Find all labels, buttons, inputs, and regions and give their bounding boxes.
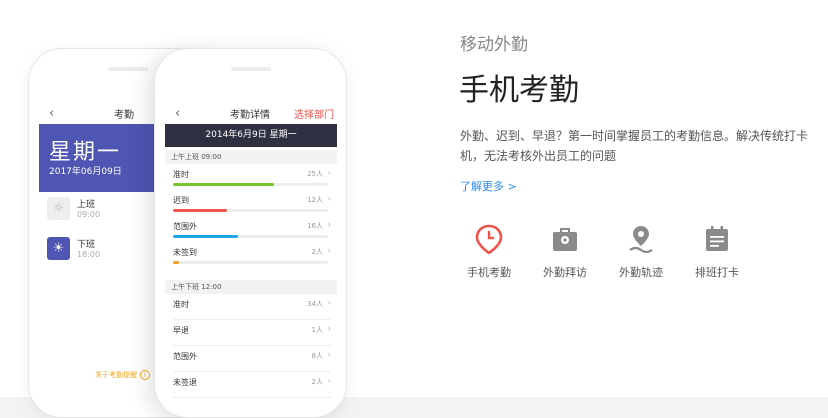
- back-arrow-icon[interactable]: ‹: [175, 106, 180, 121]
- attendance-row[interactable]: 未签退 2人 ›: [173, 376, 331, 403]
- row-label: 未签退: [173, 378, 197, 387]
- row-count: 8人: [311, 352, 323, 360]
- learn-more-link[interactable]: 了解更多 >: [460, 178, 517, 194]
- row-count: 2人: [311, 248, 323, 256]
- date-bar: 2014年6月9日 星期一: [165, 124, 337, 147]
- progress-track: [173, 261, 328, 264]
- row-count: 2人: [311, 378, 323, 386]
- progress-fill: [173, 261, 179, 264]
- row-count: 25人: [307, 170, 323, 178]
- phone-speaker: [108, 67, 148, 71]
- chevron-right-icon: ›: [327, 194, 331, 203]
- info-icon: i: [140, 370, 150, 380]
- row-label: 准时: [173, 300, 189, 309]
- reminder-label: 关于考勤提醒: [95, 371, 137, 379]
- feature-field-visit[interactable]: 外勤拜访: [528, 224, 602, 280]
- location-track-icon: [629, 226, 653, 254]
- schedule-icon: [706, 226, 728, 251]
- chevron-right-icon: ›: [327, 298, 331, 307]
- row-count: 34人: [307, 300, 323, 308]
- attendance-row[interactable]: 范围外 16人 ›: [173, 220, 331, 247]
- phone-mockup-attendance-detail: ‹ 考勤详情 选择部门 2014年6月9日 星期一 上午上班 09:00 准时 2…: [154, 48, 347, 418]
- feature-label: 排班打卡: [695, 266, 739, 279]
- feature-shift-clock-in[interactable]: 排班打卡: [680, 224, 754, 280]
- select-department-button[interactable]: 选择部门: [294, 106, 334, 121]
- chevron-right-icon: ›: [327, 324, 331, 333]
- row-label: 范围外: [173, 222, 197, 231]
- sun-icon: ☀: [47, 237, 70, 260]
- attendance-row[interactable]: 早退 1人 ›: [173, 324, 331, 351]
- progress-track: [173, 209, 328, 212]
- feature-label: 手机考勤: [467, 266, 511, 279]
- row-label: 迟到: [173, 196, 189, 205]
- attendance-row[interactable]: 迟到 12人 ›: [173, 194, 331, 221]
- section-header-morning: 上午上班 09:00: [165, 150, 337, 164]
- clock-pin-icon: [475, 224, 503, 254]
- row-count: 16人: [307, 222, 323, 230]
- sunrise-icon: ☼: [47, 197, 70, 220]
- shift-name: 上班: [77, 200, 96, 210]
- chevron-right-icon: ›: [327, 220, 331, 229]
- row-divider: [173, 345, 331, 346]
- description: 外勤、迟到、早退？第一时间掌握员工的考勤信息。解决传统打卡机，无法考核外出员工的…: [460, 129, 809, 163]
- row-label: 准时: [173, 170, 189, 179]
- shift-time: 09:00: [77, 210, 101, 219]
- shift-time: 18:00: [77, 250, 101, 259]
- chevron-right-icon: ›: [327, 376, 331, 385]
- page-title: 手机考勤: [459, 73, 579, 108]
- chevron-right-icon: ›: [327, 168, 331, 177]
- row-label: 范围外: [173, 352, 197, 361]
- back-arrow-icon[interactable]: ‹: [49, 106, 54, 121]
- weekday-label: 星期一: [49, 140, 122, 165]
- attendance-row[interactable]: 准时 34人 ›: [173, 298, 331, 325]
- row-divider: [173, 371, 331, 372]
- progress-fill: [173, 209, 227, 212]
- attendance-reminder-link[interactable]: 关于考勤提醒 i: [95, 370, 150, 380]
- attendance-row[interactable]: 范围外 8人 ›: [173, 350, 331, 377]
- attendance-row[interactable]: 未签到 2人 ›: [173, 246, 331, 273]
- feature-mobile-attendance[interactable]: 手机考勤: [452, 224, 526, 280]
- date-label: 2017年06月09日: [49, 167, 122, 177]
- feature-label: 外勤轨迹: [619, 266, 663, 279]
- section-header-noon: 上午下班 12:00: [165, 280, 337, 294]
- row-divider: [173, 319, 331, 320]
- progress-fill: [173, 183, 274, 186]
- section-label: 移动外勤: [460, 35, 528, 55]
- row-count: 12人: [307, 196, 323, 204]
- row-label: 未签到: [173, 248, 197, 257]
- progress-track: [173, 183, 328, 186]
- shift-name: 下班: [77, 240, 96, 250]
- row-divider: [173, 397, 331, 398]
- progress-track: [173, 235, 328, 238]
- chevron-right-icon: ›: [327, 350, 331, 359]
- row-label: 早退: [173, 326, 189, 335]
- nav-title: 考勤: [114, 110, 134, 121]
- briefcase-pin-icon: [553, 228, 577, 251]
- progress-fill: [173, 235, 238, 238]
- nav-title: 考勤详情: [230, 110, 270, 121]
- attendance-row[interactable]: 准时 25人 ›: [173, 168, 331, 195]
- chevron-right-icon: ›: [327, 246, 331, 255]
- row-count: 1人: [311, 326, 323, 334]
- feature-label: 外勤拜访: [543, 266, 587, 279]
- feature-field-track[interactable]: 外勤轨迹: [604, 224, 678, 280]
- phone-speaker: [230, 67, 271, 71]
